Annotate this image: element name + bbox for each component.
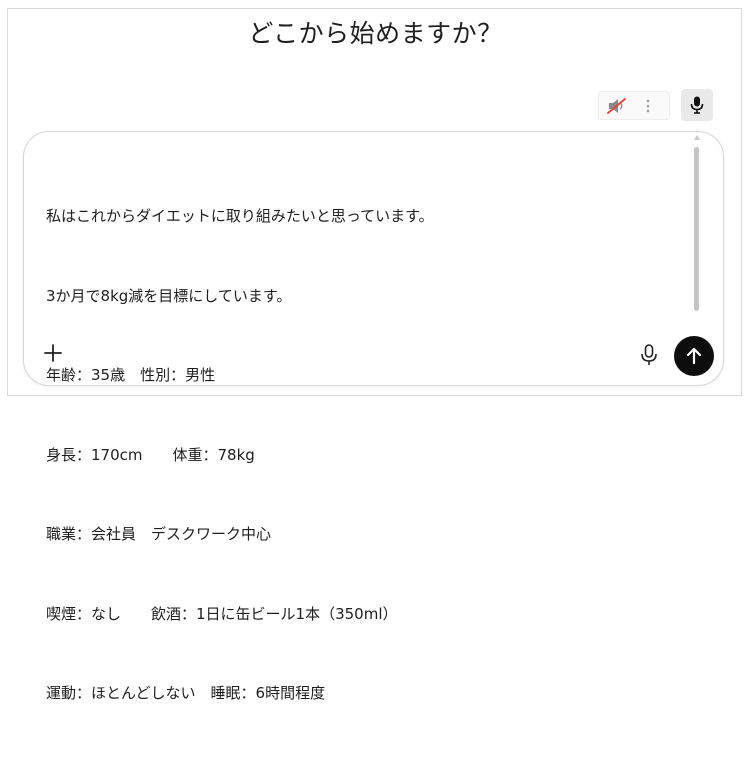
page-heading: どこから始めますか？ — [248, 19, 503, 48]
voice-mode-button[interactable] — [681, 89, 713, 121]
microphone-icon — [641, 344, 657, 365]
scrollbar-thumb[interactable] — [694, 147, 699, 311]
prompt-line: 職業：会社員 デスクワーク中心 — [46, 525, 272, 543]
prompt-line: 喫煙：なし 飲酒：1日に缶ビール1本（350ml） — [46, 604, 398, 623]
microphone-icon — [690, 96, 704, 114]
speaker-muted-icon[interactable] — [606, 96, 628, 116]
prompt-input[interactable]: 私はこれからダイエットに取り組みたいと思っています。 3か月で8kg減を目標にし… — [46, 150, 686, 760]
dictate-button[interactable] — [638, 343, 660, 367]
prompt-line: 3か月で8kg減を目標にしています。 — [46, 286, 292, 305]
prompt-composer[interactable]: 私はこれからダイエットに取り組みたいと思っています。 3か月で8kg減を目標にし… — [23, 131, 724, 702]
prompt-line: 年齢：35歳 性別：男性 — [46, 366, 216, 384]
prompt-line: 身長：170cm 体重：78kg — [46, 445, 255, 464]
prompt-line: 私はこれからダイエットに取り組みたいと思っています。 — [46, 207, 434, 225]
attach-button[interactable] — [41, 341, 65, 365]
send-button[interactable] — [674, 336, 714, 376]
scrollbar[interactable] — [692, 135, 702, 313]
voice-controls — [598, 91, 670, 120]
arrow-up-icon — [686, 347, 702, 365]
more-vertical-icon[interactable] — [643, 96, 653, 116]
scroll-up-icon[interactable] — [694, 135, 700, 140]
prompt-line: 運動：ほとんどしない 睡眠：6時間程度 — [46, 684, 326, 702]
plus-icon — [44, 344, 62, 362]
